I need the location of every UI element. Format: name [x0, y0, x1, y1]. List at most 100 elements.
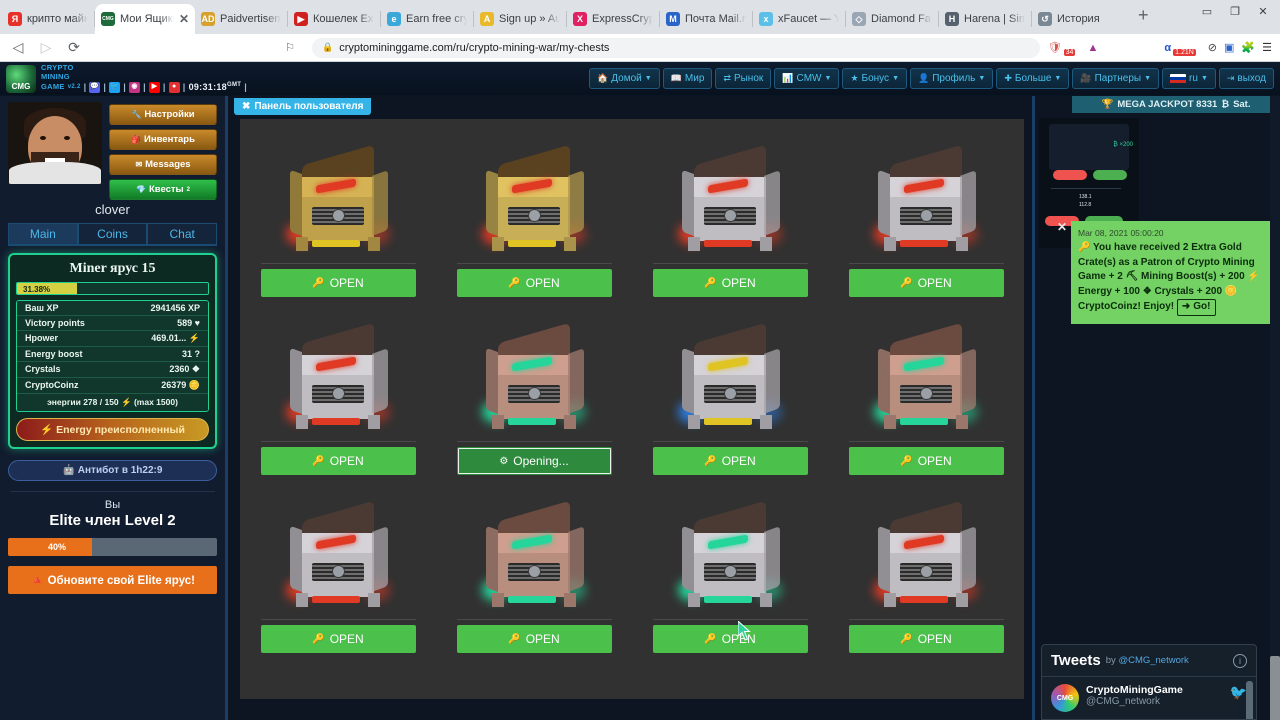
translate-icon[interactable]: ▣: [1224, 41, 1234, 54]
tab-chat[interactable]: Chat: [147, 223, 218, 244]
chest-icon[interactable]: [464, 489, 604, 619]
instagram-icon[interactable]: ◉: [129, 81, 141, 93]
browser-tab[interactable]: ◇ Diamond Fauc: [846, 4, 938, 34]
brave-shield-icon[interactable]: 🛡: [1048, 41, 1062, 54]
nav-partners[interactable]: 🎥 Партнеры ▼: [1072, 68, 1160, 89]
discord-icon[interactable]: 💬: [89, 81, 101, 93]
triangle-icon[interactable]: ▲: [1087, 42, 1098, 54]
chest-icon[interactable]: [268, 489, 408, 619]
logo-icon: CMG: [6, 64, 36, 93]
settings-button[interactable]: 🔧 Настройки: [109, 104, 217, 125]
maximize-button[interactable]: ❐: [1222, 2, 1248, 20]
user-panel-tab[interactable]: ✖ Панель пользователя: [234, 98, 372, 115]
stat-value: 469.01... ⚡: [151, 333, 200, 343]
open-chest-button[interactable]: 🔑 OPEN: [260, 625, 416, 653]
open-chest-button[interactable]: 🔑 OPEN: [456, 269, 612, 297]
browser-tab[interactable]: H Harena | Simpl: [939, 4, 1031, 34]
new-tab-button[interactable]: +: [1124, 5, 1159, 29]
stat-row: CryptoCoinz 26379 🪙: [17, 378, 208, 394]
nav-home[interactable]: 🏠 Домой ▼: [589, 68, 660, 89]
scrollbar-thumb[interactable]: [1270, 656, 1280, 720]
chest-icon[interactable]: [464, 311, 604, 441]
youtube-icon[interactable]: ▶: [148, 81, 160, 93]
open-chest-button[interactable]: 🔑 OPEN: [848, 269, 1004, 297]
back-icon[interactable]: ◁: [8, 39, 28, 56]
chest-icon[interactable]: [268, 133, 408, 263]
chest-divider: [260, 441, 416, 442]
minimize-button[interactable]: ▭: [1194, 2, 1220, 20]
nav-language[interactable]: ru ▼: [1162, 68, 1216, 89]
open-chest-button[interactable]: 🔑 OPEN: [652, 447, 808, 475]
browser-tab[interactable]: AD Paidvertiseme: [195, 4, 287, 34]
open-chest-button[interactable]: 🔑 OPEN: [456, 625, 612, 653]
opening-button[interactable]: ⚙ Opening...: [456, 447, 612, 475]
avatar[interactable]: [8, 102, 102, 184]
adguard-icon[interactable]: α: [1164, 42, 1171, 54]
page-scrollbar[interactable]: [1270, 96, 1280, 720]
menu-icon[interactable]: ☰: [1262, 41, 1272, 54]
site-brand[interactable]: CMG CRYPTO MINING GAME v2.2 | 💬 | 🐦 | ◉ | ▶…: [6, 63, 247, 93]
browser-tab[interactable]: x xFaucet — You: [753, 4, 845, 34]
address-bar[interactable]: 🔒 cryptomininggame.com/ru/crypto-mining-…: [312, 37, 1040, 58]
browser-tab[interactable]: CMG Мои Ящики ✕: [95, 4, 195, 34]
chest-icon[interactable]: [268, 311, 408, 441]
tab-close-icon[interactable]: ✕: [179, 12, 189, 26]
open-chest-button[interactable]: 🔑 OPEN: [652, 269, 808, 297]
tweets-scrollbar[interactable]: [1246, 681, 1253, 719]
browser-tab[interactable]: ↺ История: [1032, 4, 1124, 34]
block-icon[interactable]: ⊘: [1208, 41, 1217, 54]
info-icon[interactable]: i: [1233, 653, 1247, 668]
chest-icon[interactable]: [660, 489, 800, 619]
chest-icon[interactable]: [856, 133, 996, 263]
browser-tab[interactable]: A Sign up » Auto: [474, 4, 566, 34]
tweet-item[interactable]: CMG CryptoMiningGame @CMG_network 🐦: [1042, 677, 1256, 719]
brand-line1: CRYPTO: [41, 63, 74, 73]
browser-tab[interactable]: e Earn free cryp: [381, 4, 473, 34]
open-chest-button[interactable]: 🔑 OPEN: [260, 269, 416, 297]
key-icon: 🔑: [900, 277, 913, 289]
browser-tab[interactable]: M Почта Mail.ru: [660, 4, 752, 34]
twitter-icon[interactable]: 🐦: [109, 81, 121, 93]
mega-jackpot-banner[interactable]: 🏆 MEGA JACKPOT 8331 ₿ Sat.: [1072, 96, 1280, 113]
open-chest-button[interactable]: 🔑 OPEN: [652, 625, 808, 653]
elite-progress-label: 40%: [48, 542, 67, 552]
forward-icon[interactable]: ▷: [36, 39, 56, 56]
gear-icon: ⚙: [499, 455, 509, 467]
chest-icon[interactable]: [660, 133, 800, 263]
open-chest-button[interactable]: 🔑 OPEN: [848, 447, 1004, 475]
notification-close-icon[interactable]: ✕: [1057, 220, 1067, 234]
bitcoin-icon: ₿: [1221, 99, 1230, 110]
nav-bonus[interactable]: ★ Бонус ▼: [842, 68, 907, 89]
reload-icon[interactable]: ⟳: [64, 39, 84, 56]
quests-button[interactable]: 💎 Квесты 2: [109, 179, 217, 200]
inventory-button[interactable]: 🎒 Инвентарь: [109, 129, 217, 150]
go-button[interactable]: ➜ Go!: [1176, 299, 1216, 316]
brand-line2: MINING: [41, 72, 70, 81]
nav-logout[interactable]: ⇥ выход: [1218, 68, 1274, 89]
nav-more[interactable]: ✚ Больше ▼: [996, 68, 1070, 89]
nav-profile[interactable]: 👤 Профиль ▼: [910, 68, 994, 89]
open-chest-button[interactable]: 🔑 OPEN: [848, 625, 1004, 653]
tab-main[interactable]: Main: [8, 223, 78, 244]
chest-icon[interactable]: [660, 311, 800, 441]
nav-market[interactable]: ⇄ Рынок: [715, 68, 772, 89]
nav-world[interactable]: 📖 Мир: [662, 68, 713, 89]
close-window-button[interactable]: ✕: [1250, 2, 1276, 20]
stat-value: 31 ?: [181, 349, 200, 359]
energy-full-button[interactable]: ⚡ Energy преисполненный: [16, 418, 209, 441]
messages-button[interactable]: ✉ Messages: [109, 154, 217, 175]
chest-icon[interactable]: [856, 489, 996, 619]
tab-coins[interactable]: Coins: [77, 223, 148, 244]
telegram-icon[interactable]: ●: [168, 81, 180, 93]
chest-icon[interactable]: [464, 133, 604, 263]
bookmark-icon[interactable]: ⚐: [280, 41, 300, 54]
browser-tab[interactable]: ▶ Кошелек Expr: [288, 4, 380, 34]
puzzle-icon[interactable]: 🧩: [1241, 41, 1255, 54]
browser-tab[interactable]: X ExpressCrypto: [567, 4, 659, 34]
open-chest-button[interactable]: 🔑 OPEN: [260, 447, 416, 475]
upgrade-elite-button[interactable]: 🔺 Обновите свой Elite ярус!: [8, 566, 217, 594]
antibot-timer[interactable]: 🤖 Антибот в 1h22:9: [8, 460, 217, 481]
nav-cmw[interactable]: 📊 CMW ▼: [774, 68, 840, 89]
browser-tab[interactable]: Якрипто майни: [2, 4, 94, 34]
chest-icon[interactable]: [856, 311, 996, 441]
